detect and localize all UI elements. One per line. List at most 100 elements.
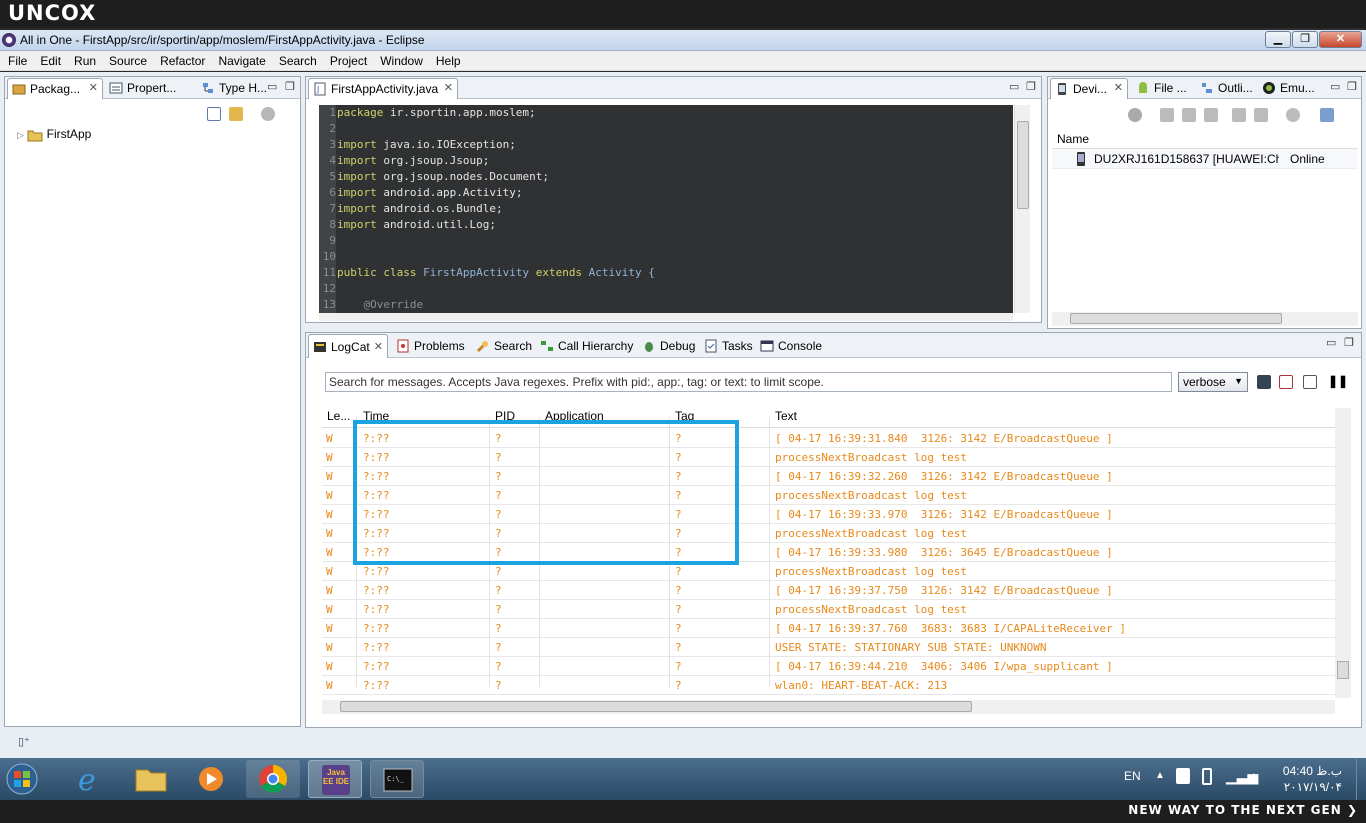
minimize-view-icon[interactable]: ▭ — [1326, 336, 1336, 349]
logcat-horizontal-scrollbar[interactable] — [322, 700, 1335, 714]
column-header-name[interactable]: Name — [1052, 129, 1358, 149]
table-row[interactable]: W?:???? USER STATE: STATIONARY SUB STATE:… — [322, 638, 1335, 657]
maximize-view-icon[interactable]: ❐ — [1026, 80, 1036, 93]
scroll-thumb[interactable] — [1337, 661, 1349, 679]
tab-devices[interactable]: Devi... ✕ — [1050, 78, 1128, 99]
menu-search[interactable]: Search — [271, 51, 322, 68]
minimize-view-icon[interactable]: ▭ — [1330, 80, 1340, 93]
taskbar-cmd[interactable]: C:\_ — [370, 760, 424, 798]
expand-arrow-icon[interactable]: ▷ — [17, 130, 24, 140]
tab-debug[interactable]: Debug — [638, 334, 700, 355]
table-row[interactable]: W?:????[ 04-17 16:39:37.760 3683: 3683 I… — [322, 619, 1335, 638]
tab-problems[interactable]: Problems — [392, 334, 472, 355]
line-number: 9 — [329, 234, 336, 247]
tab-type-hierarchy[interactable]: Type H... — [197, 78, 267, 99]
minimize-view-icon[interactable]: ▭ — [267, 80, 277, 93]
close-tab-icon[interactable]: ✕ — [1114, 81, 1123, 94]
table-row[interactable]: W?:???? processNextBroadcast log test — [322, 600, 1335, 619]
tab-package-explorer[interactable]: Packag... ✕ — [7, 78, 103, 99]
column-header-text[interactable]: Text — [775, 409, 797, 423]
phone-icon — [1077, 152, 1085, 166]
maximize-view-icon[interactable]: ❐ — [285, 80, 295, 93]
devices-horizontal-scrollbar[interactable] — [1052, 312, 1358, 326]
tab-firstappactivity[interactable]: J FirstAppActivity.java ✕ — [308, 78, 458, 99]
scroll-thumb[interactable] — [1070, 313, 1282, 324]
toggle-filters-icon[interactable] — [1303, 375, 1317, 389]
debug-process-icon[interactable] — [1128, 108, 1142, 122]
clear-log-icon[interactable] — [1279, 375, 1293, 389]
battery-icon[interactable] — [1202, 768, 1212, 785]
close-tab-icon[interactable]: ✕ — [89, 81, 98, 94]
table-row[interactable]: W?:???? wlan0: HEART-BEAT-ACK: 213 — [322, 676, 1335, 695]
menu-project[interactable]: Project — [322, 51, 372, 68]
menu-window[interactable]: Window — [372, 51, 428, 68]
scroll-thumb[interactable] — [340, 701, 972, 712]
close-tab-icon[interactable]: ✕ — [374, 340, 383, 353]
language-indicator[interactable]: EN — [1124, 769, 1141, 783]
tab-file-explorer[interactable]: File ... — [1132, 78, 1194, 99]
menu-edit[interactable]: Edit — [32, 51, 66, 68]
taskbar-explorer[interactable] — [124, 760, 178, 798]
taskbar: e Java EE IDE C:\_ EN ▲ ▁▃▅ 🔈︎ 04:40 ب.ظ… — [0, 758, 1366, 800]
taskbar-eclipse[interactable]: Java EE IDE — [308, 760, 362, 798]
dump-hprof-icon[interactable] — [1182, 108, 1196, 122]
update-heap-icon[interactable] — [1160, 108, 1174, 122]
method-profiling-icon[interactable] — [1254, 108, 1268, 122]
column-header-level[interactable]: Le... — [327, 409, 350, 423]
taskbar-ie[interactable]: e — [64, 760, 118, 798]
editor-horizontal-scrollbar[interactable] — [319, 313, 1013, 321]
tab-emulator[interactable]: Emu... — [1258, 78, 1320, 99]
start-button[interactable] — [2, 760, 54, 798]
link-editor-icon[interactable] — [229, 107, 243, 121]
taskbar-media-player[interactable] — [184, 760, 238, 798]
table-row[interactable]: W?:????[ 04-17 16:39:44.210 3406: 3406 I… — [322, 657, 1335, 676]
volume-icon[interactable]: 🔈︎ — [1250, 768, 1258, 785]
tab-call-hierarchy[interactable]: Call Hierarchy — [536, 334, 636, 355]
logcat-search-input[interactable]: Search for messages. Accepts Java regexe… — [325, 372, 1172, 392]
clock-time[interactable]: 04:40 ب.ظ — [1282, 764, 1342, 778]
scroll-thumb[interactable] — [1017, 121, 1029, 209]
tab-properties[interactable]: Propert... — [105, 78, 195, 99]
close-button[interactable]: ✕ — [1319, 31, 1362, 48]
view-menu-icon[interactable] — [261, 107, 275, 121]
device-row[interactable]: DU2XRJ161D158637 [HUAWEI:Che2L Online — [1052, 149, 1358, 169]
tree-item-firstapp[interactable]: ▷ FirstApp — [17, 127, 91, 142]
menu-run[interactable]: Run — [66, 51, 101, 68]
minimize-button[interactable]: ▁ — [1265, 31, 1291, 48]
close-tab-icon[interactable]: ✕ — [444, 81, 453, 94]
log-level-select[interactable]: verbose ▼ — [1178, 372, 1248, 392]
java-ee-ide-icon: Java EE IDE — [322, 765, 350, 795]
clock-date[interactable]: ۲۰۱۷/۱۹/۰۴ — [1278, 780, 1342, 794]
table-row[interactable]: W?:????[ 04-17 16:39:37.750 3126: 3142 E… — [322, 581, 1335, 600]
maximize-button[interactable]: ❐ — [1292, 31, 1318, 48]
status-bar-icon[interactable]: ▯⁺ — [18, 735, 30, 748]
tab-console[interactable]: Console — [756, 334, 828, 355]
maximize-view-icon[interactable]: ❐ — [1344, 336, 1354, 349]
tab-search[interactable]: Search — [472, 334, 536, 355]
pause-icon[interactable]: ❚❚ — [1328, 374, 1348, 388]
show-desktop-button[interactable] — [1356, 758, 1366, 800]
menu-source[interactable]: Source — [101, 51, 152, 68]
stop-process-icon[interactable] — [1286, 108, 1300, 122]
maximize-view-icon[interactable]: ❐ — [1347, 80, 1357, 93]
editor-vertical-scrollbar[interactable] — [1014, 105, 1030, 313]
logcat-vertical-scrollbar[interactable] — [1335, 408, 1351, 698]
menu-refactor[interactable]: Refactor — [152, 51, 210, 68]
action-center-icon[interactable] — [1176, 768, 1190, 784]
gc-icon[interactable] — [1204, 108, 1218, 122]
update-threads-icon[interactable] — [1232, 108, 1246, 122]
tab-outline[interactable]: Outli... — [1196, 78, 1256, 99]
tab-logcat[interactable]: LogCat ✕ — [308, 334, 388, 358]
code-editor[interactable]: 1 2 3 4 5 6 7 8 9 10 11 12 13 package ir… — [319, 105, 1013, 313]
save-icon[interactable] — [1257, 375, 1271, 389]
menu-help[interactable]: Help — [428, 51, 466, 68]
screen-capture-icon[interactable] — [1320, 108, 1334, 122]
tab-tasks[interactable]: Tasks — [700, 334, 756, 355]
collapse-all-icon[interactable] — [207, 107, 221, 121]
menu-navigate[interactable]: Navigate — [210, 51, 270, 68]
taskbar-chrome[interactable] — [246, 760, 300, 798]
show-hidden-icons[interactable]: ▲ — [1155, 770, 1165, 781]
menu-file[interactable]: File — [0, 51, 32, 68]
minimize-view-icon[interactable]: ▭ — [1009, 80, 1019, 93]
